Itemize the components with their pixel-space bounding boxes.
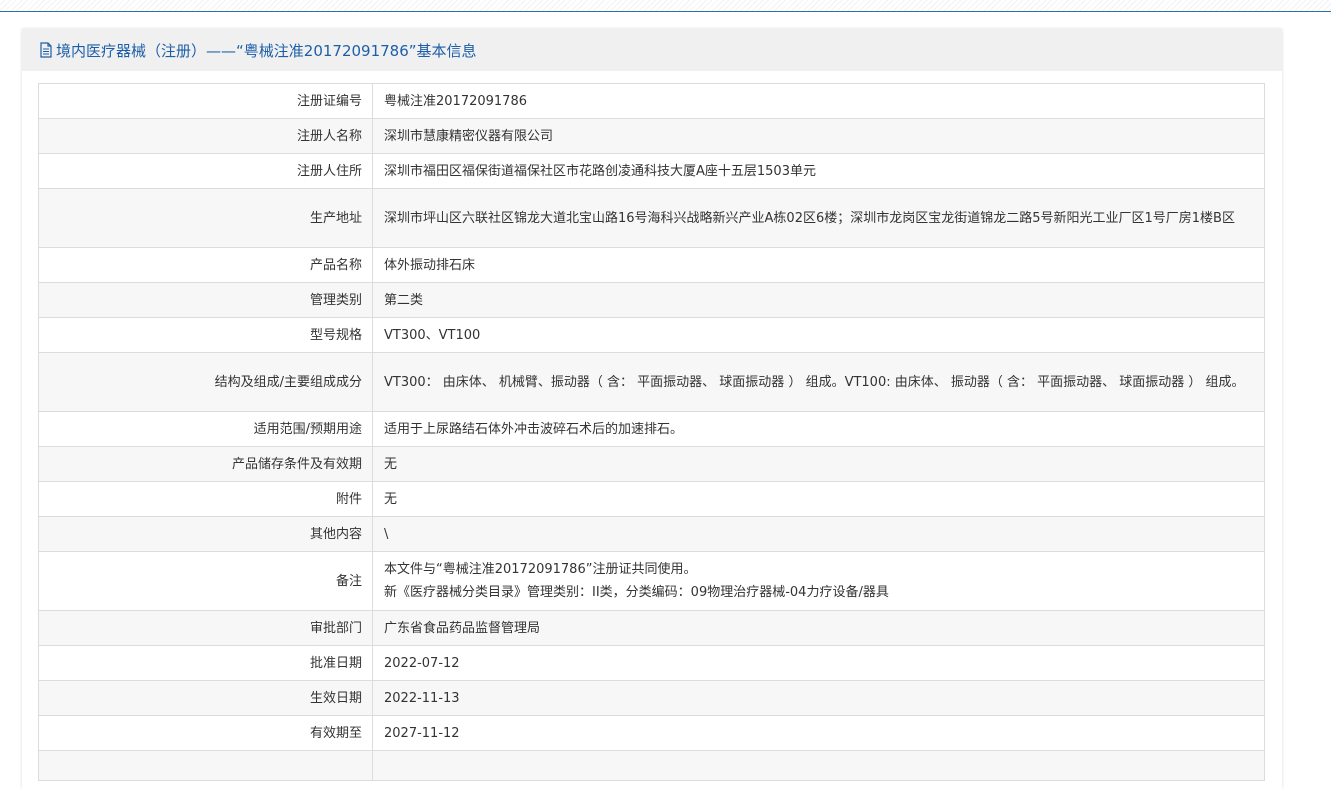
table-row: 产品名称 体外振动排石床 <box>38 247 1265 283</box>
row-value <box>372 750 1265 781</box>
table-row: 注册人住所 深圳市福田区福保街道福保社区市花路创凌通科技大厦A座十五层1503单… <box>38 153 1265 189</box>
panel-header: 境内医疗器械（注册）——“粤械注准20172091786”基本信息 <box>22 29 1282 71</box>
table-row: 管理类别 第二类 <box>38 282 1265 318</box>
row-value: 2027-11-12 <box>372 715 1265 751</box>
row-label <box>38 750 373 781</box>
row-label: 产品名称 <box>38 247 373 283</box>
row-label: 有效期至 <box>38 715 373 751</box>
row-value: 深圳市慧康精密仪器有限公司 <box>372 118 1265 154</box>
row-label: 管理类别 <box>38 282 373 318</box>
row-label: 批准日期 <box>38 645 373 681</box>
table-row: 注册人名称 深圳市慧康精密仪器有限公司 <box>38 118 1265 154</box>
row-label: 注册证编号 <box>38 83 373 119</box>
row-label: 生效日期 <box>38 680 373 716</box>
table-row: 其他内容 \ <box>38 516 1265 552</box>
row-value: 本文件与“粤械注准20172091786”注册证共同使用。 新《医疗器械分类目录… <box>384 554 1252 608</box>
table-row: 结构及组成/主要组成成分 VT300： 由床体、 机械臂、振动器（ 含： 平面振… <box>38 352 1265 412</box>
top-divider <box>0 0 1331 12</box>
row-label: 审批部门 <box>38 610 373 646</box>
table-row: 生产地址 深圳市坪山区六联社区锦龙大道北宝山路16号海科兴战略新兴产业A栋02区… <box>38 188 1265 248</box>
page-title: 境内医疗器械（注册）——“粤械注准20172091786”基本信息 <box>56 41 477 60</box>
row-value: 深圳市坪山区六联社区锦龙大道北宝山路16号海科兴战略新兴产业A栋02区6楼；深圳… <box>384 210 1235 226</box>
detail-panel: 境内医疗器械（注册）——“粤械注准20172091786”基本信息 注册证编号 … <box>22 29 1282 789</box>
row-value: 粤械注准20172091786 <box>372 83 1265 119</box>
row-label: 注册人名称 <box>38 118 373 154</box>
row-value: VT300、VT100 <box>372 317 1265 353</box>
row-label: 其他内容 <box>38 516 373 552</box>
table-row: 生效日期 2022-11-13 <box>38 680 1265 716</box>
row-value: 无 <box>372 446 1265 482</box>
row-label: 生产地址 <box>38 188 373 248</box>
table-row: 适用范围/预期用途 适用于上尿路结石体外冲击波碎石术后的加速排石。 <box>38 411 1265 447</box>
row-value: 适用于上尿路结石体外冲击波碎石术后的加速排石。 <box>372 411 1265 447</box>
row-value: 深圳市福田区福保街道福保社区市花路创凌通科技大厦A座十五层1503单元 <box>372 153 1265 189</box>
table-row: 附件 无 <box>38 481 1265 517</box>
row-label: 结构及组成/主要组成成分 <box>38 352 373 412</box>
row-value: VT300： 由床体、 机械臂、振动器（ 含： 平面振动器、 球面振动器 ） 组… <box>384 374 1245 390</box>
detail-table: 注册证编号 粤械注准20172091786 注册人名称 深圳市慧康精密仪器有限公… <box>38 83 1265 781</box>
table-row: 产品储存条件及有效期 无 <box>38 446 1265 482</box>
row-label: 适用范围/预期用途 <box>38 411 373 447</box>
table-row <box>38 750 1265 781</box>
row-label: 备注 <box>38 551 373 611</box>
document-icon <box>39 42 53 58</box>
row-value: 无 <box>372 481 1265 517</box>
row-value: \ <box>372 516 1265 552</box>
row-value: 2022-07-12 <box>372 645 1265 681</box>
row-label: 注册人住所 <box>38 153 373 189</box>
table-row: 备注 本文件与“粤械注准20172091786”注册证共同使用。 新《医疗器械分… <box>38 551 1265 611</box>
table-row: 注册证编号 粤械注准20172091786 <box>38 83 1265 119</box>
row-label: 附件 <box>38 481 373 517</box>
remark-line: 新《医疗器械分类目录》管理类别：II类，分类编码：09物理治疗器械-04力疗设备… <box>384 585 889 600</box>
remark-line: 本文件与“粤械注准20172091786”注册证共同使用。 <box>384 562 697 577</box>
row-value: 第二类 <box>372 282 1265 318</box>
row-label: 型号规格 <box>38 317 373 353</box>
row-value: 体外振动排石床 <box>372 247 1265 283</box>
table-row: 批准日期 2022-07-12 <box>38 645 1265 681</box>
row-value: 2022-11-13 <box>372 680 1265 716</box>
table-row: 型号规格 VT300、VT100 <box>38 317 1265 353</box>
table-row: 有效期至 2027-11-12 <box>38 715 1265 751</box>
row-value: 广东省食品药品监督管理局 <box>372 610 1265 646</box>
row-label: 产品储存条件及有效期 <box>38 446 373 482</box>
table-row: 审批部门 广东省食品药品监督管理局 <box>38 610 1265 646</box>
